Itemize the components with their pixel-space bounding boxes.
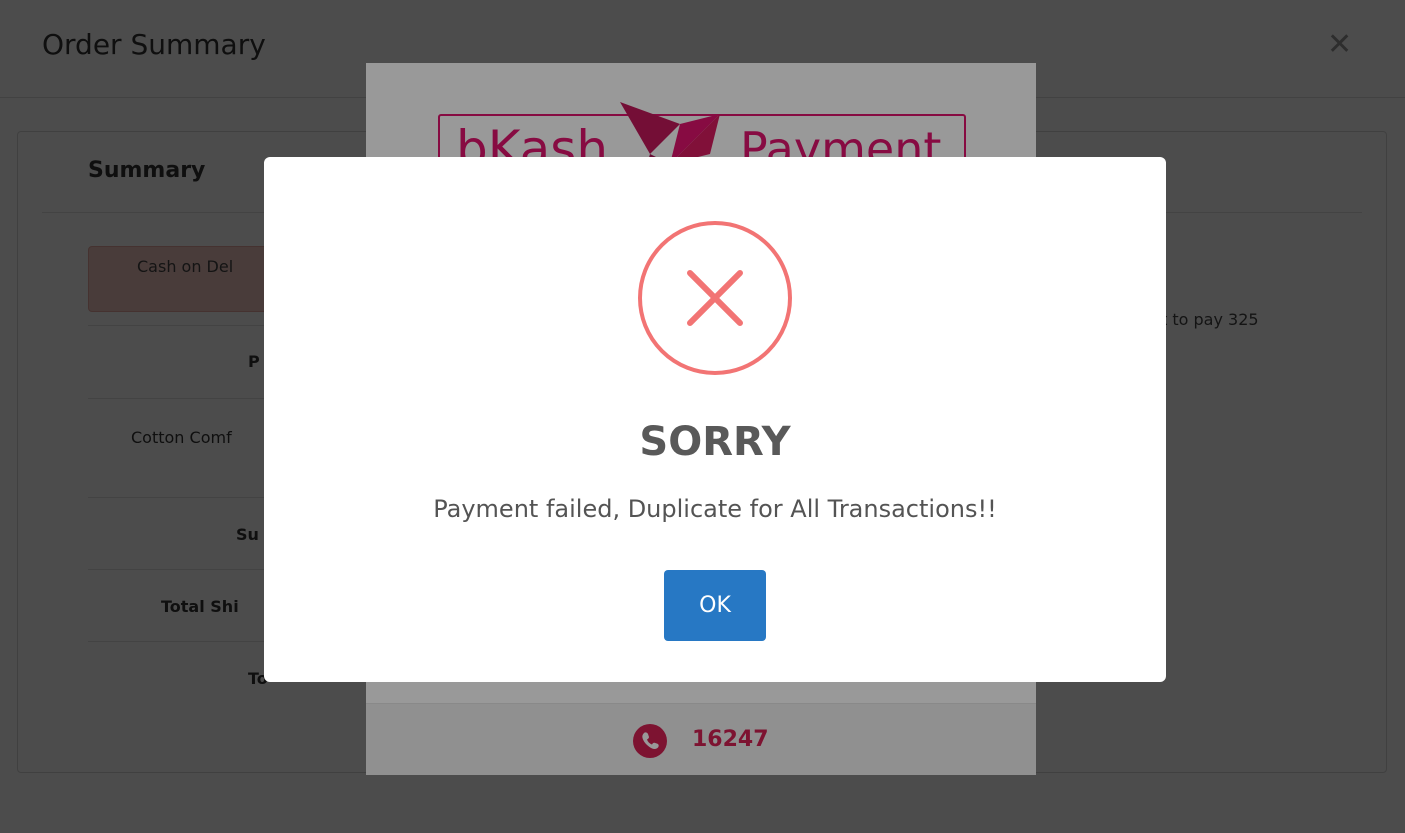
alert-title: SORRY bbox=[639, 419, 791, 465]
alert-message: Payment failed, Duplicate for All Transa… bbox=[433, 495, 997, 523]
error-alert-dialog: SORRY Payment failed, Duplicate for All … bbox=[264, 157, 1166, 682]
ok-button[interactable]: OK bbox=[664, 570, 766, 641]
error-x-icon bbox=[638, 221, 792, 375]
